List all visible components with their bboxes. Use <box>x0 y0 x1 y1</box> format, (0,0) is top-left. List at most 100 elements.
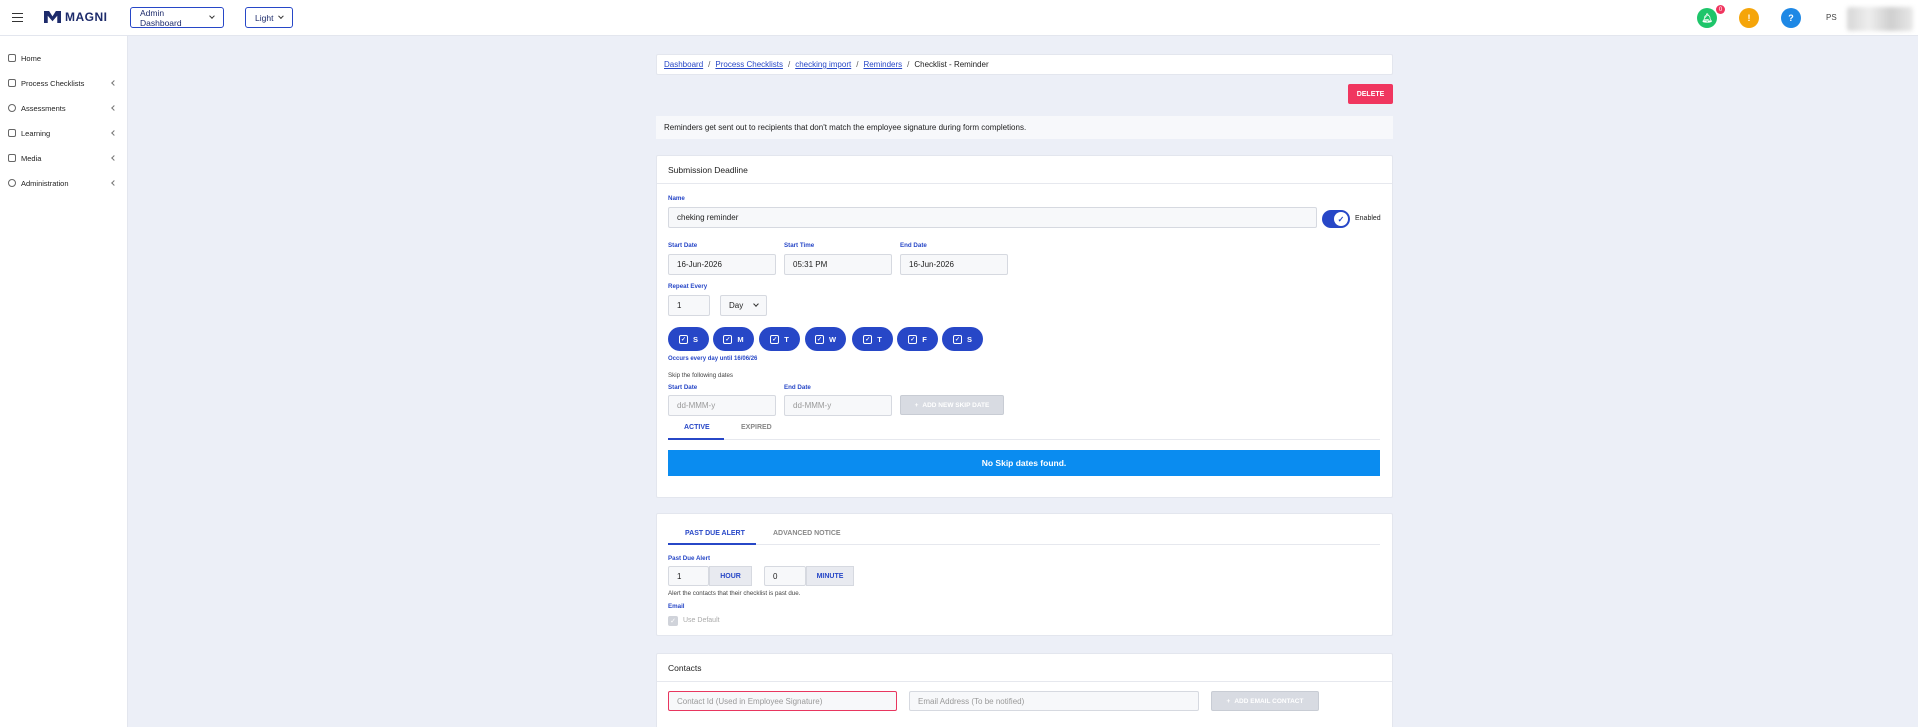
add-skip-date-button[interactable]: + ADD NEW SKIP DATE <box>900 395 1004 415</box>
image-icon <box>8 154 16 162</box>
day-letter: W <box>828 334 837 344</box>
add-email-contact-button[interactable]: + ADD EMAIL CONTACT <box>1211 691 1319 711</box>
contacts-title: Contacts <box>668 663 702 673</box>
repeat-interval-input[interactable]: 1 <box>668 295 710 316</box>
sidebar-item-home[interactable]: Home <box>0 50 128 66</box>
book-icon <box>8 129 16 137</box>
chevron-down-icon <box>753 301 759 307</box>
alert-coin-icon[interactable]: ! <box>1739 8 1759 28</box>
minute-unit-label: MINUTE <box>806 566 854 586</box>
chevron-left-icon <box>111 80 117 86</box>
tab-expired[interactable]: EXPIRED <box>741 424 772 431</box>
past-due-minute-input[interactable]: 0 <box>764 566 806 586</box>
day-toggle-thursday[interactable]: ✓ T <box>852 327 893 351</box>
day-letter: T <box>877 334 882 344</box>
info-message: Reminders get sent out to recipients tha… <box>656 116 1393 139</box>
sidebar-item-process-checklists[interactable]: Process Checklists <box>0 75 128 91</box>
day-toggle-saturday[interactable]: ✓ S <box>942 327 983 351</box>
day-toggle-sunday[interactable]: ✓ S <box>668 327 709 351</box>
day-letter: S <box>966 334 972 344</box>
skip-start-date-input[interactable]: dd-MMM-y <box>668 395 776 416</box>
user-name-blurred[interactable] <box>1847 7 1913 31</box>
day-toggle-wednesday[interactable]: ✓ W <box>805 327 846 351</box>
tabs-divider <box>668 439 1380 440</box>
start-date-input[interactable]: 16-Jun-2026 <box>668 254 776 275</box>
breadcrumb-link-process-checklists[interactable]: Process Checklists <box>715 60 783 69</box>
chevron-left-icon <box>111 105 117 111</box>
gear-icon <box>8 179 16 187</box>
sidebar-item-label: Learning <box>21 128 51 138</box>
check-icon: ✓ <box>1334 212 1348 226</box>
sidebar-item-label: Administration <box>21 178 69 188</box>
delete-button[interactable]: DELETE <box>1348 84 1393 104</box>
sidebar-item-learning[interactable]: Learning <box>0 125 128 141</box>
top-bar: MAGNI Admin Dashboard Light 🔔︎ 0 ! ? PS <box>0 0 1918 36</box>
skip-dates-heading: Skip the following dates <box>668 372 734 379</box>
skip-end-date-input[interactable]: dd-MMM-y <box>784 395 892 416</box>
day-toggle-friday[interactable]: ✓ F <box>897 327 938 351</box>
sidebar-item-administration[interactable]: Administration <box>0 175 128 191</box>
tab-past-due-alert[interactable]: PAST DUE ALERT <box>685 530 745 537</box>
end-date-input[interactable]: 16-Jun-2026 <box>900 254 1008 275</box>
start-time-label: Start Time <box>784 242 815 249</box>
breadcrumb-link-reminders[interactable]: Reminders <box>863 60 902 69</box>
checkbox-checked-icon: ✓ <box>723 334 733 344</box>
email-label: Email <box>668 603 685 610</box>
add-skip-date-label: ADD NEW SKIP DATE <box>922 401 990 409</box>
breadcrumb-current: Checklist - Reminder <box>914 60 989 69</box>
breadcrumb-link-checking-import[interactable]: checking import <box>795 60 851 69</box>
divider <box>657 681 1392 682</box>
menu-icon[interactable] <box>12 13 23 22</box>
dashboard-select[interactable]: Admin Dashboard <box>130 7 224 28</box>
theme-select-label: Light <box>255 12 274 23</box>
name-label: Name <box>668 195 685 202</box>
divider <box>657 183 1392 184</box>
start-time-input[interactable]: 05:31 PM <box>784 254 892 275</box>
chevron-down-icon <box>278 13 284 19</box>
repeat-unit-select[interactable]: Day <box>720 295 767 316</box>
help-icon[interactable]: ? <box>1781 8 1801 28</box>
chevron-left-icon <box>111 180 117 186</box>
day-toggle-monday[interactable]: ✓ M <box>713 327 754 351</box>
tab-advanced-notice[interactable]: ADVANCED NOTICE <box>773 530 841 537</box>
day-letter: M <box>737 334 744 344</box>
add-email-contact-label: ADD EMAIL CONTACT <box>1234 697 1304 705</box>
repeat-every-label: Repeat Every <box>668 283 708 290</box>
theme-select[interactable]: Light <box>245 7 293 28</box>
plus-icon: + <box>914 401 919 409</box>
checkbox-checked-icon: ✓ <box>770 334 780 344</box>
bell-icon[interactable]: 🔔︎ <box>1697 8 1717 28</box>
no-skip-dates-message: No Skip dates found. <box>668 450 1380 476</box>
contact-id-input[interactable]: Contact Id (Used in Employee Signature) <box>668 691 897 711</box>
name-input[interactable]: cheking reminder <box>668 207 1317 228</box>
breadcrumb-link-dashboard[interactable]: Dashboard <box>664 60 703 69</box>
chevron-left-icon <box>111 130 117 136</box>
chevron-left-icon <box>111 155 117 161</box>
section-title: Submission Deadline <box>668 165 748 175</box>
past-due-hour-input[interactable]: 1 <box>668 566 709 586</box>
sidebar-item-label: Home <box>21 53 42 63</box>
end-date-label: End Date <box>900 242 927 249</box>
checklist-icon <box>8 79 16 87</box>
enabled-toggle[interactable]: ✓ <box>1322 210 1350 228</box>
sidebar-item-media[interactable]: Media <box>0 150 128 166</box>
day-toggle-tuesday[interactable]: ✓ T <box>759 327 800 351</box>
active-tab-indicator <box>668 438 724 440</box>
brand-logo[interactable]: MAGNI <box>44 10 108 24</box>
home-icon <box>8 54 16 62</box>
past-due-alert-label: Past Due Alert <box>668 555 711 562</box>
chevron-down-icon <box>209 13 215 19</box>
question-circle-icon <box>8 104 16 112</box>
breadcrumb-separator: / <box>708 60 711 69</box>
breadcrumb: Dashboard / Process Checklists / checkin… <box>656 54 1393 75</box>
notification-badge: 0 <box>1716 5 1725 14</box>
sidebar: Home Process Checklists Assessments Lear… <box>0 36 128 727</box>
active-tab-indicator <box>668 543 756 545</box>
sidebar-item-assessments[interactable]: Assessments <box>0 100 128 116</box>
user-initials[interactable]: PS <box>1826 13 1837 22</box>
tab-active[interactable]: ACTIVE <box>684 424 710 431</box>
email-address-input[interactable]: Email Address (To be notified) <box>909 691 1199 711</box>
day-letter: F <box>922 334 927 344</box>
use-default-checkbox[interactable]: ✓ <box>668 616 678 626</box>
use-default-label: Use Default <box>683 617 720 624</box>
